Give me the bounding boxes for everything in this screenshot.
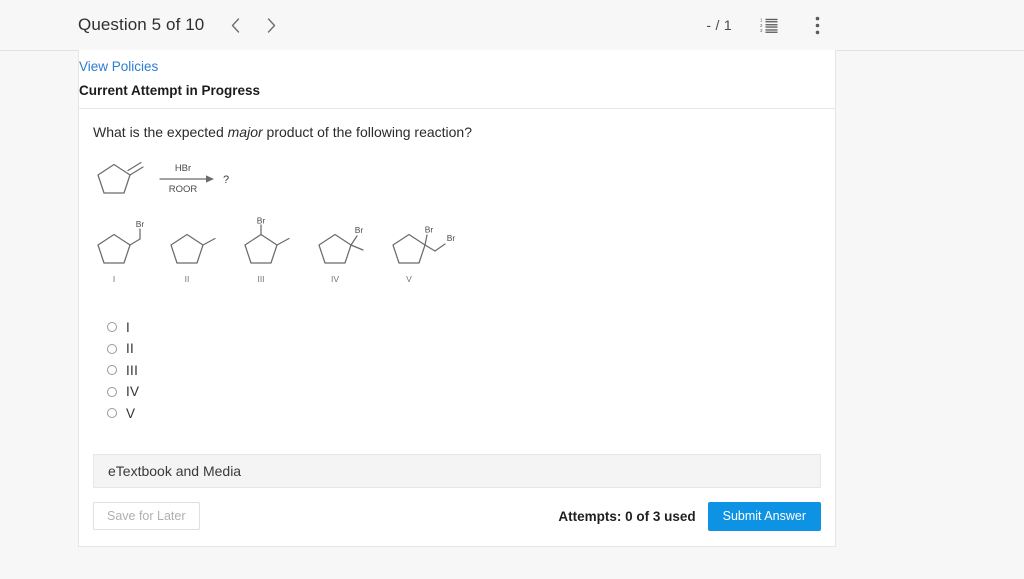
answer-option-ii[interactable]: II: [107, 338, 835, 360]
radio-button-iv[interactable]: [107, 386, 117, 397]
submit-answer-button[interactable]: Submit Answer: [707, 501, 821, 531]
numbered-list-icon: 1 2 3: [760, 18, 778, 33]
card-body: What is the expected major product of th…: [79, 109, 835, 532]
radio-button-v[interactable]: [107, 408, 117, 419]
reaction-scheme-graphic: HBr ROOR ?: [97, 161, 229, 195]
answer-option-label-iii: III: [126, 362, 139, 378]
attempt-status-label: Current Attempt in Progress: [79, 83, 261, 98]
more-options-button[interactable]: [806, 14, 828, 36]
card-header: View Policies Current Attempt in Progres…: [79, 50, 835, 109]
br-label-structure-i: Br: [136, 219, 145, 229]
question-text-part-2: product of the following reaction?: [262, 124, 473, 140]
question-emphasis-major: major: [227, 124, 263, 140]
svg-text:3: 3: [760, 28, 763, 33]
score-indicator: - / 1: [706, 17, 732, 33]
etextbook-and-media-banner[interactable]: eTextbook and Media: [93, 454, 821, 489]
answer-option-i[interactable]: I: [107, 317, 835, 339]
reaction-scheme: HBr ROOR ?: [93, 157, 835, 211]
page-title: Question 5 of 10: [78, 15, 205, 34]
structure-caption-i: I: [113, 274, 115, 284]
answer-option-iv[interactable]: IV: [107, 381, 835, 403]
attempts-counter: Attempts: 0 of 3 used: [558, 508, 696, 524]
question-card: View Policies Current Attempt in Progres…: [78, 50, 836, 548]
footer-right-group: Attempts: 0 of 3 used Submit Answer: [558, 501, 821, 531]
structure-caption-v: V: [406, 274, 412, 284]
etextbook-label: eTextbook and Media: [108, 463, 242, 480]
question-list-button[interactable]: 1 2 3: [758, 14, 780, 36]
br-label-structure-iv: Br: [355, 225, 364, 235]
kebab-menu-icon: [815, 16, 819, 34]
answer-option-v[interactable]: V: [107, 403, 835, 425]
reagent-below-arrow: ROOR: [169, 184, 198, 195]
answer-structures-graphic: Br Br Br Br Br I II III IV V: [97, 217, 456, 284]
answer-option-label-v: V: [126, 405, 136, 421]
save-for-later-button[interactable]: Save for Later: [93, 502, 200, 531]
question-text-part-1: What is the expected: [93, 124, 228, 140]
view-policies-link[interactable]: View Policies: [79, 59, 158, 74]
previous-question-button[interactable]: [226, 14, 244, 36]
structure-caption-iii: III: [257, 274, 264, 284]
question-navigation: [226, 14, 280, 36]
br-label-structure-v-methyl: Br: [447, 233, 456, 243]
chevron-left-icon: [231, 17, 240, 33]
answer-option-label-i: I: [126, 319, 131, 335]
br-label-structure-iii: Br: [257, 217, 266, 226]
answer-option-label-ii: II: [126, 341, 135, 357]
header-right-controls: - / 1 1 2 3: [706, 14, 828, 36]
chevron-right-icon: [267, 17, 276, 33]
answer-option-label-iv: IV: [126, 384, 140, 400]
product-question-mark: ?: [223, 174, 229, 186]
structure-caption-iv: IV: [331, 274, 339, 284]
answer-options-group: I II III IV V: [107, 317, 835, 425]
br-label-structure-v-ring: Br: [425, 224, 434, 234]
structure-caption-ii: II: [185, 274, 190, 284]
answer-option-iii[interactable]: III: [107, 360, 835, 382]
card-footer: Save for Later Attempts: 0 of 3 used Sub…: [93, 500, 821, 532]
answer-structures: Br Br Br Br Br I II III IV V: [93, 217, 835, 295]
reagent-above-arrow: HBr: [175, 163, 191, 174]
top-header-bar: Question 5 of 10 - / 1 1 2 3: [0, 0, 1024, 51]
radio-button-ii[interactable]: [107, 343, 117, 354]
question-prompt: What is the expected major product of th…: [93, 123, 835, 143]
next-question-button[interactable]: [262, 14, 280, 36]
radio-button-i[interactable]: [107, 322, 117, 333]
radio-button-iii[interactable]: [107, 365, 117, 376]
